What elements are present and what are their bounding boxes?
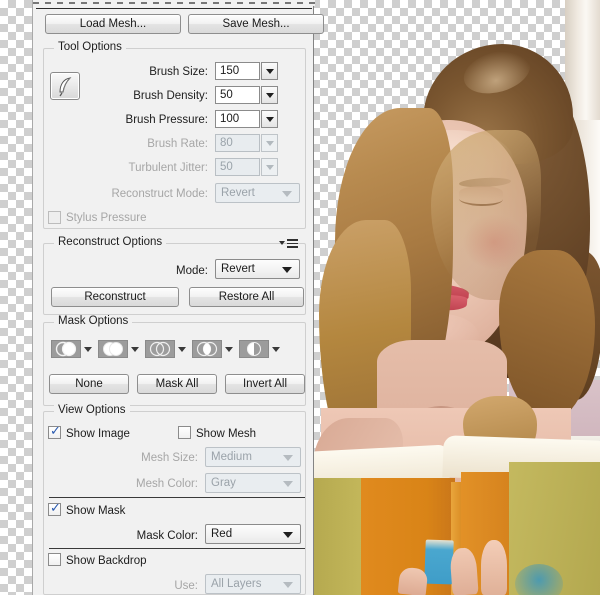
chevron-down-icon[interactable] — [84, 347, 92, 352]
invert-selection-icon — [246, 341, 264, 357]
panel-top-divider — [36, 8, 312, 9]
show-backdrop-label: Show Backdrop — [66, 555, 147, 567]
mask-op-add-to-selection[interactable] — [98, 340, 128, 358]
chevron-down-icon — [283, 532, 293, 538]
panel-top-edge — [33, 0, 315, 6]
chevron-down-icon[interactable] — [225, 347, 233, 352]
show-backdrop-checkbox[interactable] — [48, 553, 61, 566]
turbulent-jitter-label: Turbulent Jitter: — [128, 162, 208, 174]
mask-color-label: Mask Color: — [136, 530, 198, 542]
check-icon: ✓ — [50, 501, 61, 516]
backdrop-use-select: All Layers — [205, 574, 301, 594]
mask-op-replace-selection[interactable] — [51, 340, 81, 358]
show-mesh-checkbox[interactable] — [178, 426, 191, 439]
reconstruct-mode-value: Revert — [221, 187, 255, 199]
backdrop-use-value: All Layers — [211, 578, 262, 590]
chevron-down-icon — [283, 481, 293, 487]
mask-none-button[interactable]: None — [49, 374, 129, 394]
reconstruct-mode-label: Reconstruct Mode: — [111, 188, 208, 200]
chevron-down-icon — [265, 68, 274, 74]
check-icon: ✓ — [50, 424, 61, 439]
stylus-pressure-checkbox — [48, 211, 61, 224]
chevron-down-icon[interactable] — [131, 347, 139, 352]
chevron-down-icon — [283, 582, 293, 588]
replace-selection-icon — [55, 341, 77, 357]
chevron-down-icon[interactable] — [178, 347, 186, 352]
backdrop-use-label: Use: — [174, 580, 198, 592]
intersect-with-selection-icon — [196, 341, 218, 357]
mask-op-intersect-with-selection[interactable] — [192, 340, 222, 358]
chevron-down-icon — [265, 164, 274, 170]
mask-color-select[interactable]: Red — [205, 524, 301, 544]
liquify-options-panel: Load Mesh... Save Mesh... Tool Options B… — [32, 0, 324, 595]
mask-all-button[interactable]: Mask All — [137, 374, 217, 394]
mesh-size-select: Medium — [205, 447, 301, 467]
chevron-down-icon — [265, 92, 274, 98]
show-image-checkbox[interactable]: ✓ — [48, 424, 61, 439]
chevron-down-icon[interactable] — [272, 347, 280, 352]
save-mesh-button[interactable]: Save Mesh... — [188, 14, 324, 34]
mask-options-title: Mask Options — [54, 315, 133, 327]
brush-size-input[interactable]: 150 — [215, 62, 260, 80]
mesh-size-value: Medium — [211, 451, 252, 463]
chevron-down-icon — [282, 267, 292, 273]
liquify-dialog-screen: Load Mesh... Save Mesh... Tool Options B… — [0, 0, 600, 595]
mesh-color-select: Gray — [205, 473, 301, 493]
turbulence-glyph-icon — [59, 77, 72, 97]
mask-invert-all-button[interactable]: Invert All — [225, 374, 305, 394]
brush-rate-input: 80 — [215, 134, 260, 152]
image-canvas[interactable] — [313, 0, 600, 595]
mesh-color-value: Gray — [211, 477, 236, 489]
reconstruct-mode-select: Revert — [215, 183, 300, 203]
subtract-from-selection-icon — [149, 341, 171, 357]
tool-options-title: Tool Options — [54, 41, 126, 53]
chevron-down-icon — [265, 116, 274, 122]
brush-pressure-label: Brush Pressure: — [125, 114, 208, 126]
restore-all-button[interactable]: Restore All — [189, 287, 304, 307]
turbulent-jitter-input: 50 — [215, 158, 260, 176]
turbulent-jitter-dropdown-button — [261, 158, 278, 176]
reconstruct-button[interactable]: Reconstruct — [51, 287, 179, 307]
brush-rate-label: Brush Rate: — [147, 138, 208, 150]
mask-op-subtract-from-selection[interactable] — [145, 340, 175, 358]
show-mesh-label: Show Mesh — [196, 428, 257, 440]
chevron-down-icon — [265, 140, 274, 146]
add-to-selection-icon — [103, 342, 123, 356]
load-mesh-button[interactable]: Load Mesh... — [45, 14, 181, 34]
show-image-label: Show Image — [66, 428, 130, 440]
reconstruct-mode-select-2[interactable]: Revert — [215, 259, 300, 279]
brush-pressure-dropdown-button[interactable] — [261, 110, 278, 128]
reconstruct-mode-row-label: Mode: — [176, 265, 208, 277]
view-options-divider-1 — [49, 497, 305, 498]
turbulence-tool-icon[interactable] — [50, 72, 80, 100]
brush-pressure-input[interactable]: 100 — [215, 110, 260, 128]
brush-size-label: Brush Size: — [149, 66, 208, 78]
mesh-color-label: Mesh Color: — [136, 478, 198, 490]
brush-density-input[interactable]: 50 — [215, 86, 260, 104]
photo-artwork — [313, 0, 600, 595]
view-options-title: View Options — [54, 404, 130, 416]
show-mask-checkbox[interactable]: ✓ — [48, 501, 61, 516]
brush-size-dropdown-button[interactable] — [261, 62, 278, 80]
chevron-down-icon — [283, 455, 293, 461]
mask-op-invert-selection[interactable] — [239, 340, 269, 358]
chevron-down-icon — [282, 191, 292, 197]
reconstruct-options-title: Reconstruct Options — [54, 236, 167, 248]
view-options-divider-2 — [49, 548, 305, 549]
show-mask-label: Show Mask — [66, 505, 126, 517]
brush-density-label: Brush Density: — [133, 90, 208, 102]
brush-density-dropdown-button[interactable] — [261, 86, 278, 104]
mesh-size-label: Mesh Size: — [141, 452, 198, 464]
stylus-pressure-label: Stylus Pressure — [66, 212, 147, 224]
reconstruct-mode-2-value: Revert — [221, 263, 255, 275]
mask-color-value: Red — [211, 528, 233, 540]
brush-rate-dropdown-button — [261, 134, 278, 152]
panel-flyout-menu-icon[interactable] — [279, 239, 298, 248]
